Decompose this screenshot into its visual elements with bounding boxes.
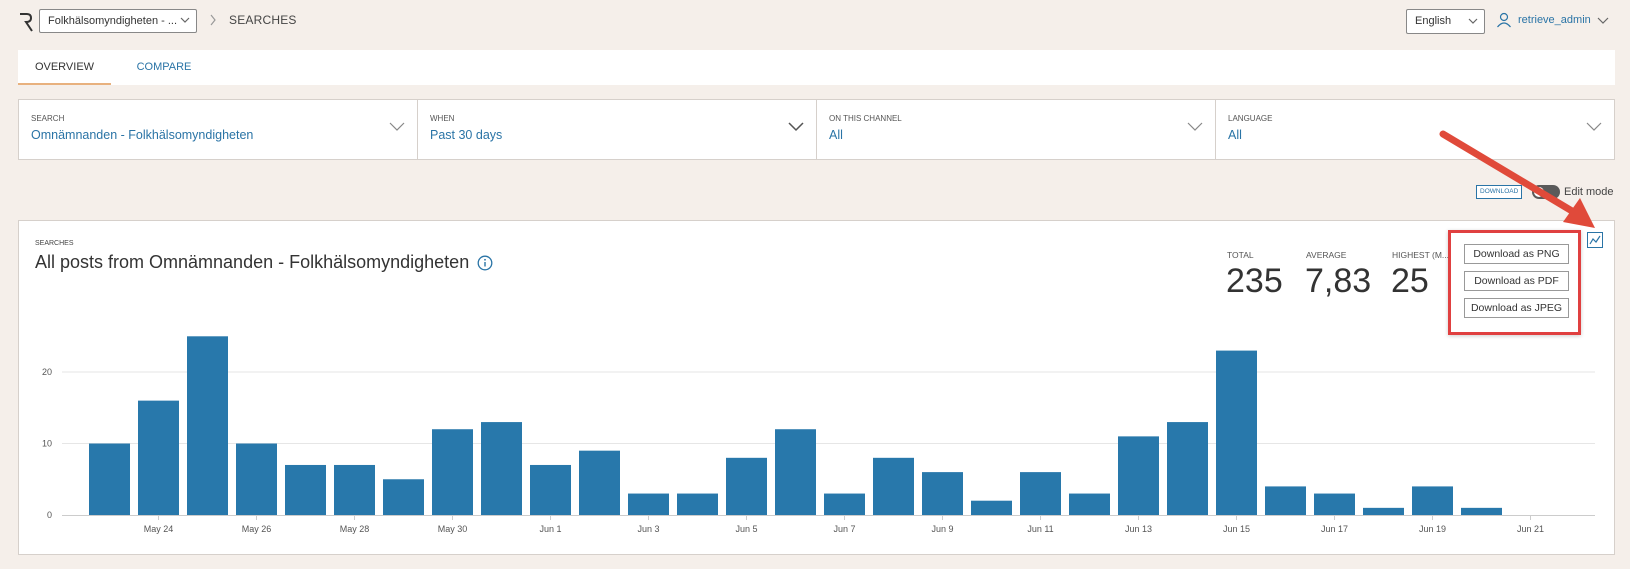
- filter-when[interactable]: WHEN Past 30 days: [418, 100, 817, 159]
- x-tick-label: Jun 21: [1517, 524, 1544, 534]
- x-tick-label: Jun 3: [637, 524, 659, 534]
- x-tick-label: Jun 7: [833, 524, 855, 534]
- filter-label: ON THIS CHANNEL: [829, 114, 902, 123]
- bar-jun-14: [1167, 422, 1208, 515]
- tab-compare[interactable]: COMPARE: [128, 50, 200, 85]
- bar-jun-2: [579, 450, 620, 515]
- card-eyebrow: SEARCHES: [35, 240, 74, 247]
- info-icon[interactable]: [477, 255, 493, 271]
- y-tick-label: 10: [42, 439, 52, 449]
- x-tick-label: Jun 15: [1223, 524, 1250, 534]
- filter-value: Past 30 days: [430, 128, 503, 142]
- x-tick-label: May 30: [438, 524, 468, 534]
- bar-jun-5: [726, 457, 767, 515]
- stat-average-value: 7,83: [1305, 262, 1372, 300]
- x-tick-label: Jun 11: [1027, 524, 1053, 534]
- stat-total-value: 235: [1226, 262, 1283, 300]
- bar-jun-8: [873, 457, 914, 515]
- download-pdf-button[interactable]: Download as PDF: [1464, 271, 1569, 291]
- bar-jun-12: [1069, 493, 1110, 515]
- x-tick-label: Jun 9: [931, 524, 953, 534]
- bar-jun-6: [775, 429, 816, 515]
- stat-total-label: TOTAL: [1227, 250, 1254, 260]
- x-tick-label: May 26: [242, 524, 272, 534]
- filter-channel[interactable]: ON THIS CHANNEL All: [817, 100, 1216, 159]
- chevron-down-icon: [788, 122, 804, 132]
- chevron-down-icon: [1187, 122, 1203, 131]
- y-tick-label: 0: [47, 510, 52, 520]
- download-png-button[interactable]: Download as PNG: [1464, 244, 1569, 264]
- bar-jun-1: [530, 464, 571, 515]
- breadcrumb: SEARCHES: [229, 13, 297, 27]
- bar-jun-4: [677, 493, 718, 515]
- tab-bar: OVERVIEW COMPARE: [18, 50, 1615, 85]
- filter-label: WHEN: [430, 114, 455, 123]
- bar-jun-13: [1118, 436, 1159, 515]
- bar-jun-7: [824, 493, 865, 515]
- bar-may-30: [432, 429, 473, 515]
- bar-jun-19: [1412, 486, 1453, 515]
- x-tick-label: Jun 17: [1321, 524, 1348, 534]
- card-title-text: All posts from Omnämnanden - Folkhälsomy…: [35, 252, 470, 272]
- bar-jun-17: [1314, 493, 1355, 515]
- bar-may-29: [383, 479, 424, 515]
- retrieve-logo[interactable]: [18, 12, 34, 32]
- organization-select[interactable]: Folkhälsomyndigheten - ...: [39, 9, 197, 33]
- filter-label: SEARCH: [31, 114, 65, 123]
- filter-value: All: [829, 128, 843, 142]
- bar-jun-9: [922, 472, 963, 515]
- bar-may-28: [334, 464, 375, 515]
- bar-jun-20: [1461, 507, 1502, 515]
- stat-average-label: AVERAGE: [1306, 250, 1347, 260]
- x-tick-label: Jun 19: [1419, 524, 1446, 534]
- x-tick-label: Jun 13: [1125, 524, 1152, 534]
- filter-label: LANGUAGE: [1228, 114, 1273, 123]
- filter-bar: SEARCH Omnämnanden - Folkhälsomyndighete…: [18, 99, 1615, 160]
- chevron-down-icon: [180, 17, 190, 23]
- bar-jun-16: [1265, 486, 1306, 515]
- x-tick-label: Jun 5: [735, 524, 757, 534]
- bar-jun-3: [628, 493, 669, 515]
- tab-overview[interactable]: OVERVIEW: [18, 50, 111, 85]
- y-tick-label: 20: [42, 367, 52, 377]
- download-menu: Download as PNG Download as PDF Download…: [1448, 230, 1581, 335]
- stat-highest-label: HIGHEST (M...: [1392, 250, 1449, 260]
- bar-may-24: [138, 400, 179, 515]
- posts-bar-chart: 0 10 20 May 24 May 26 May 28 May 30 Jun 1 Jun 3 J…: [42, 336, 1595, 534]
- bar-may-26: [236, 443, 277, 515]
- x-tick-label: May 28: [340, 524, 370, 534]
- chevron-down-icon: [1468, 18, 1478, 24]
- filter-value: All: [1228, 128, 1242, 142]
- x-tick-label: May 24: [144, 524, 174, 534]
- bar-jun-10: [971, 500, 1012, 515]
- filter-search[interactable]: SEARCH Omnämnanden - Folkhälsomyndighete…: [19, 100, 418, 159]
- x-tick-label: Jun 1: [539, 524, 561, 534]
- chevron-down-icon: [389, 122, 405, 131]
- bar-may-25: [187, 336, 228, 515]
- language-select-value: English: [1415, 15, 1452, 27]
- bar-jun-15: [1216, 350, 1257, 515]
- chevron-down-icon: [1597, 17, 1609, 24]
- filter-value: Omnämnanden - Folkhälsomyndigheten: [31, 128, 254, 142]
- card-title: All posts from Omnämnanden - Folkhälsomy…: [35, 252, 493, 273]
- bar-may-27: [285, 464, 326, 515]
- user-menu[interactable]: retrieve_admin: [1496, 12, 1609, 28]
- user-icon: [1497, 12, 1511, 28]
- bar-jun-18: [1363, 507, 1404, 515]
- language-select[interactable]: English: [1406, 9, 1485, 34]
- stat-highest-value: 25: [1391, 262, 1429, 300]
- organization-select-value: Folkhälsomyndigheten - ...: [48, 15, 178, 27]
- bar-jun-11: [1020, 472, 1061, 515]
- username: retrieve_admin: [1518, 14, 1591, 26]
- download-jpeg-button[interactable]: Download as JPEG: [1464, 298, 1569, 318]
- annotation-arrow-icon: [1439, 130, 1595, 228]
- bar-may-23: [89, 443, 130, 515]
- bar-may-31: [481, 422, 522, 515]
- chevron-right-icon: [210, 14, 216, 26]
